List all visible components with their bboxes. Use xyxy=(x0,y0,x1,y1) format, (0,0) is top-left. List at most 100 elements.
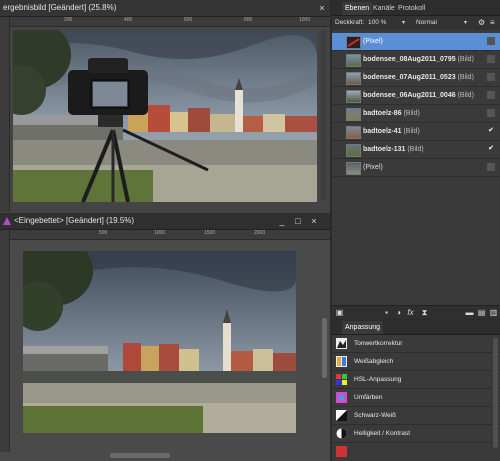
layer-row[interactable]: bodensee_08Aug2011_0795 (Bild) xyxy=(332,51,500,69)
tab-ebenen[interactable]: Ebenen xyxy=(342,2,373,15)
layer-visibility-checkbox[interactable] xyxy=(487,109,495,117)
tab-kanaele[interactable]: Kanäle xyxy=(370,2,398,15)
document-window-ergebnisbild[interactable]: ergebnisbild [Geändert] (25.8%) × 200 40… xyxy=(0,0,330,230)
document-title: ergebnisbild [Geändert] (25.8%) xyxy=(3,3,117,12)
layer-row[interactable]: bodensee_06Aug2011_0046 (Bild) xyxy=(332,87,500,105)
folder-icon[interactable]: ▬ xyxy=(465,308,474,317)
layer-visibility-checkbox[interactable] xyxy=(487,73,495,81)
white-balance-icon xyxy=(336,356,347,367)
ruler-tick: 800 xyxy=(244,17,253,23)
trash-icon[interactable]: ▥ xyxy=(489,308,498,317)
layer-row[interactable]: badtoelz-41 (Bild) ✔ xyxy=(332,123,500,141)
canvas-image-town-river[interactable] xyxy=(23,251,296,433)
ruler-tick: 600 xyxy=(184,17,193,23)
chevron-down-icon[interactable]: ▾ xyxy=(402,16,405,30)
layer-row[interactable]: (Pixel) xyxy=(332,33,500,51)
adjustment-label: Umfärben xyxy=(354,394,383,401)
panel-tabs: Anpassung xyxy=(332,320,500,335)
layer-name: badtoelz-131 (Bild) xyxy=(363,146,424,153)
new-layer-icon[interactable]: ▤ xyxy=(477,308,486,317)
recolor-icon xyxy=(336,392,347,403)
vertical-scrollbar-thumb[interactable] xyxy=(322,318,327,378)
layer-thumbnail xyxy=(346,36,361,49)
panel-tabs: Ebenen Kanäle Protokoll xyxy=(332,0,500,16)
adjustment-label: Weißabgleich xyxy=(354,358,394,365)
document-window-eingebettet[interactable]: <Eingebettet> [Geändert] (19.5%) _ □ × 5… xyxy=(0,213,330,461)
vertical-ruler xyxy=(0,17,10,212)
layer-name: badtoelz-86 (Bild) xyxy=(363,110,420,117)
black-white-icon xyxy=(336,410,347,421)
layer-visibility-checkbox[interactable] xyxy=(487,91,495,99)
layer-thumbnail xyxy=(346,54,361,67)
layer-name: (Pixel) xyxy=(363,164,383,171)
layer-thumbnail xyxy=(346,72,361,85)
mask-icon[interactable]: ▪ xyxy=(382,308,391,317)
adjustment-label: HSL-Anpassung xyxy=(354,376,402,383)
canvas-image-camera-town[interactable] xyxy=(13,30,317,202)
layer-visibility-checkbox[interactable] xyxy=(487,37,495,45)
gear-icon[interactable]: ⚙ xyxy=(478,16,485,30)
opacity-label: Deckkraft: xyxy=(335,19,365,26)
layer-name: bodensee_08Aug2011_0795 (Bild) xyxy=(363,56,474,63)
layer-name: bodensee_06Aug2011_0046 (Bild) xyxy=(363,92,474,99)
adjustment-panel: Anpassung Tonwertkorrektur Weißabgleich … xyxy=(332,320,500,461)
brightness-contrast-icon xyxy=(336,428,347,439)
minimize-button[interactable]: _ xyxy=(276,213,288,229)
layer-visibility-checkbox[interactable] xyxy=(487,163,495,171)
horizontal-scrollbar-thumb[interactable] xyxy=(110,453,170,458)
adjustment-scrollbar[interactable] xyxy=(493,338,498,448)
menu-icon[interactable]: ≡ xyxy=(490,16,495,30)
close-button[interactable]: × xyxy=(308,213,320,229)
layer-thumbnail xyxy=(346,90,361,103)
layer-thumbnail xyxy=(346,144,361,157)
layers-icon[interactable]: ▣ xyxy=(335,308,344,317)
layer-options-row: Deckkraft: 100 % ▾ Normal ▾ ⚙ ≡ xyxy=(332,16,500,30)
layer-name: badtoelz-41 (Bild) xyxy=(363,128,420,135)
document-title: <Eingebettet> [Geändert] (19.5%) xyxy=(14,216,135,225)
adjustment-item-partial[interactable] xyxy=(332,443,500,460)
ruler-tick: 1500 xyxy=(204,230,216,236)
adjustment-icon[interactable]: ◑ xyxy=(394,308,403,317)
layer-actions-bar: ▣ ▪ ◑ fx ⧗ ▬ ▤ ▥ xyxy=(332,305,500,319)
adjustment-item[interactable]: Schwarz-Weiß xyxy=(332,407,500,425)
layer-thumbnail xyxy=(346,126,361,139)
tab-protokoll[interactable]: Protokoll xyxy=(395,2,428,15)
adjustment-item[interactable]: HSL-Anpassung xyxy=(332,371,500,389)
adjustment-item[interactable]: Umfärben xyxy=(332,389,500,407)
hsl-icon xyxy=(336,374,347,385)
layer-row[interactable]: (Pixel) xyxy=(332,159,500,177)
layer-name: bodensee_07Aug2011_0523 (Bild) xyxy=(363,74,474,81)
hourglass-icon[interactable]: ⧗ xyxy=(420,308,429,317)
layer-visibility-checkbox[interactable] xyxy=(487,55,495,63)
ruler-tick: 1000 xyxy=(154,230,166,236)
document-title-bar[interactable]: ergebnisbild [Geändert] (25.8%) xyxy=(0,0,330,17)
ruler-tick: 200 xyxy=(64,17,73,23)
ruler-tick: 2000 xyxy=(254,230,266,236)
layers-panel: Ebenen Kanäle Protokoll Deckkraft: 100 %… xyxy=(332,0,500,319)
triangle-icon xyxy=(3,217,11,225)
adjustment-item[interactable]: Tonwertkorrektur xyxy=(332,335,500,353)
ruler-tick: 1000 xyxy=(299,17,311,23)
layer-name: (Pixel) xyxy=(363,38,383,45)
vertical-ruler xyxy=(0,230,10,452)
fx-icon[interactable]: fx xyxy=(406,308,415,317)
adjustment-label: Tonwertkorrektur xyxy=(354,340,403,347)
layer-row[interactable]: badtoelz-86 (Bild) xyxy=(332,105,500,123)
adjustment-item[interactable]: Weißabgleich xyxy=(332,353,500,371)
horizontal-ruler: 500 1000 1500 2000 xyxy=(9,230,330,240)
tab-anpassung[interactable]: Anpassung xyxy=(342,321,384,334)
adjustment-label: Helligkeit / Kontrast xyxy=(354,430,410,437)
layer-visibility-checkbox[interactable]: ✔ xyxy=(487,145,495,153)
maximize-button[interactable]: □ xyxy=(292,213,304,229)
layer-row[interactable]: bodensee_07Aug2011_0523 (Bild) xyxy=(332,69,500,87)
vertical-scrollbar-track[interactable] xyxy=(321,30,326,200)
adjustment-item[interactable]: Helligkeit / Kontrast xyxy=(332,425,500,443)
layer-row[interactable]: badtoelz-131 (Bild) ✔ xyxy=(332,141,500,159)
ruler-tick: 400 xyxy=(124,17,133,23)
adjustment-label: Schwarz-Weiß xyxy=(354,412,397,419)
ruler-tick: 500 xyxy=(99,230,108,236)
layer-visibility-checkbox[interactable]: ✔ xyxy=(487,127,495,135)
blend-mode-select[interactable]: Normal xyxy=(416,16,471,30)
close-icon[interactable]: × xyxy=(316,0,328,16)
chevron-down-icon[interactable]: ▾ xyxy=(464,16,467,30)
